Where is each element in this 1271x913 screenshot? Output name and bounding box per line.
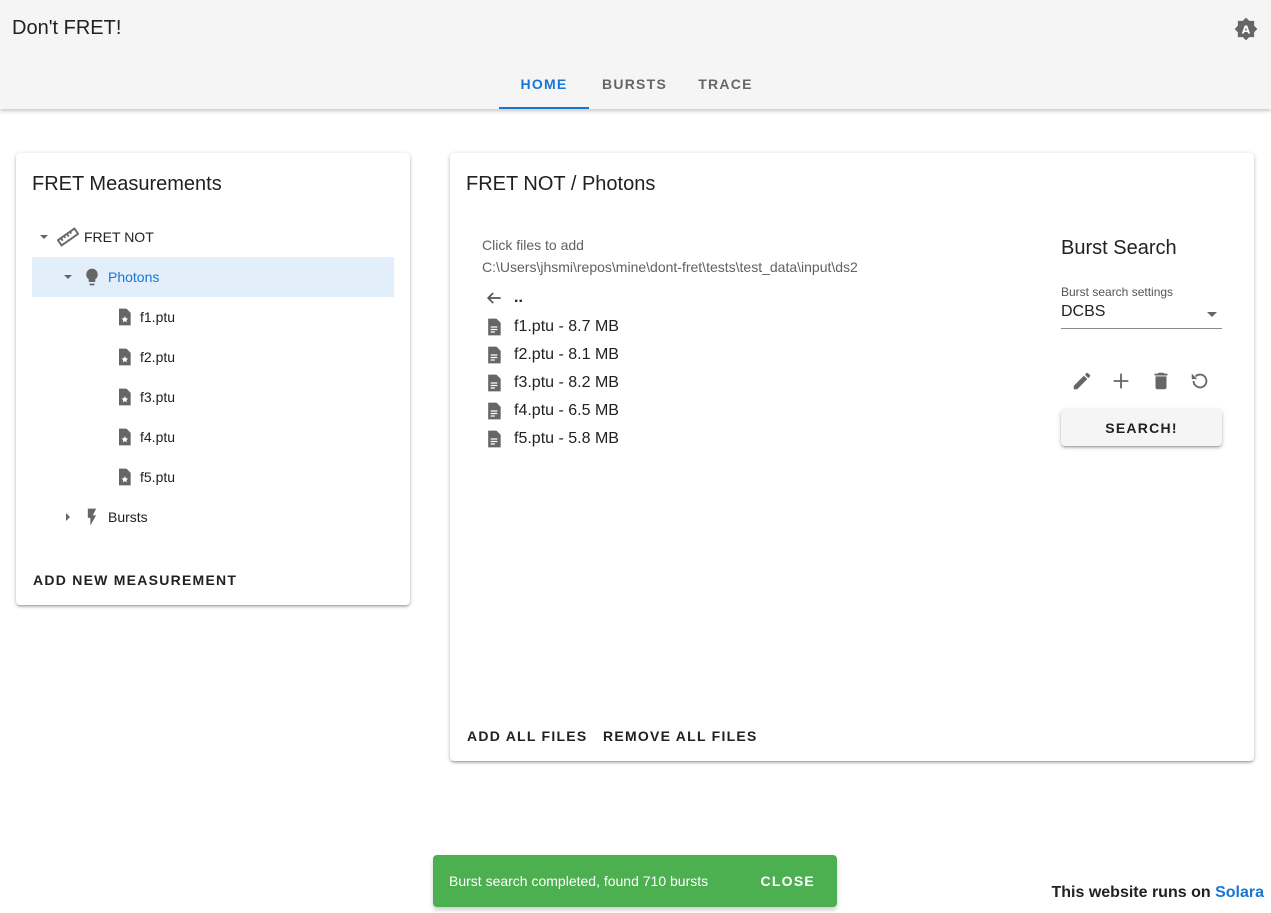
caret-right-icon[interactable] — [56, 505, 80, 529]
tab-trace[interactable]: TRACE — [680, 60, 771, 109]
tree-label-file: f3.ptu — [140, 389, 176, 405]
svg-text:A: A — [1242, 23, 1251, 36]
remove-all-files-button[interactable]: REMOVE ALL FILES — [603, 728, 758, 744]
tree-item-photons[interactable]: Photons — [32, 257, 394, 297]
burst-settings-value: DCBS — [1061, 303, 1106, 320]
file-list-label: f4.ptu - 6.5 MB — [514, 402, 619, 419]
document-icon — [482, 399, 506, 423]
burst-settings-label: Burst search settings — [1061, 285, 1174, 299]
file-list-label: f5.ptu - 5.8 MB — [514, 430, 619, 447]
measurements-title: FRET Measurements — [32, 173, 222, 195]
arrow-left-icon — [482, 286, 506, 310]
footer-text: This website runs on — [1051, 884, 1211, 901]
file-list-label: f1.ptu - 8.7 MB — [514, 318, 619, 335]
tree-label-file: f4.ptu — [140, 429, 176, 445]
star-file-icon — [112, 385, 136, 409]
photons-title: FRET NOT / Photons — [466, 173, 656, 195]
file-list-label: f3.ptu - 8.2 MB — [514, 374, 619, 391]
solara-link[interactable]: Solara — [1215, 884, 1264, 901]
tree-label-measurement: FRET NOT — [84, 229, 154, 245]
file-list-item[interactable]: f1.ptu - 8.7 MB — [482, 313, 619, 341]
tab-home[interactable]: HOME — [499, 60, 589, 109]
burst-settings-select[interactable]: Burst search settings DCBS — [1061, 285, 1222, 329]
snackbar: Burst search completed, found 710 bursts… — [433, 855, 837, 907]
file-path: C:\Users\jhsmi\repos\mine\dont-fret\test… — [482, 259, 858, 275]
file-list-label: f2.ptu - 8.1 MB — [514, 346, 619, 363]
restore-icon[interactable] — [1186, 367, 1214, 395]
star-file-icon — [112, 425, 136, 449]
app-bar: Don't FRET! A HOME BURSTS TRACE — [0, 0, 1271, 109]
document-icon — [482, 343, 506, 367]
file-list-item[interactable]: f5.ptu - 5.8 MB — [482, 425, 619, 453]
tree-label-file: f5.ptu — [140, 469, 176, 485]
add-icon[interactable] — [1107, 367, 1135, 395]
burst-search-title: Burst Search — [1061, 237, 1177, 259]
ruler-icon — [56, 225, 80, 249]
add-all-files-button[interactable]: ADD ALL FILES — [467, 728, 587, 744]
chevron-down-icon — [1206, 307, 1218, 325]
file-list-item[interactable]: f4.ptu - 6.5 MB — [482, 397, 619, 425]
tree-item-bursts[interactable]: Bursts — [32, 497, 394, 537]
tree-item-file[interactable]: f5.ptu — [32, 457, 394, 497]
file-list-item[interactable]: f2.ptu - 8.1 MB — [482, 341, 619, 369]
star-file-icon — [112, 345, 136, 369]
delete-icon[interactable] — [1147, 367, 1175, 395]
caret-down-icon[interactable] — [32, 225, 56, 249]
tab-bursts[interactable]: BURSTS — [589, 60, 680, 109]
tree-label-file: f1.ptu — [140, 309, 176, 325]
caret-down-icon[interactable] — [56, 265, 80, 289]
snackbar-message: Burst search completed, found 710 bursts — [449, 873, 709, 889]
parent-directory-item[interactable]: .. — [482, 284, 523, 312]
measurements-card: FRET Measurements FRET NOT Photons f1.pt… — [16, 153, 410, 605]
add-new-measurement-button[interactable]: ADD NEW MEASUREMENT — [33, 572, 237, 588]
document-icon — [482, 315, 506, 339]
tree-item-file[interactable]: f1.ptu — [32, 297, 394, 337]
tree-item-file[interactable]: f3.ptu — [32, 377, 394, 417]
tree-item-measurement[interactable]: FRET NOT — [32, 217, 394, 257]
file-hint: Click files to add — [482, 237, 584, 253]
tree-label-photons: Photons — [108, 269, 160, 285]
file-list-item[interactable]: f3.ptu - 8.2 MB — [482, 369, 619, 397]
lightning-icon — [80, 505, 104, 529]
parent-directory-label: .. — [514, 289, 523, 306]
footer: This website runs on Solara — [1051, 884, 1264, 902]
star-file-icon — [112, 305, 136, 329]
tree-label-bursts: Bursts — [108, 509, 148, 525]
star-file-icon — [112, 465, 136, 489]
snackbar-close-button[interactable]: CLOSE — [761, 873, 815, 889]
edit-icon[interactable] — [1068, 367, 1096, 395]
photons-card: FRET NOT / Photons Click files to add C:… — [450, 153, 1254, 761]
tree-item-file[interactable]: f4.ptu — [32, 417, 394, 457]
document-icon — [482, 427, 506, 451]
theme-toggle-icon[interactable]: A — [1233, 16, 1259, 42]
search-button[interactable]: SEARCH! — [1061, 410, 1222, 446]
tree-label-file: f2.ptu — [140, 349, 176, 365]
tree-item-file[interactable]: f2.ptu — [32, 337, 394, 377]
app-title: Don't FRET! — [12, 17, 122, 39]
tab-bar: HOME BURSTS TRACE — [0, 60, 1271, 109]
lightbulb-icon — [80, 265, 104, 289]
document-icon — [482, 371, 506, 395]
